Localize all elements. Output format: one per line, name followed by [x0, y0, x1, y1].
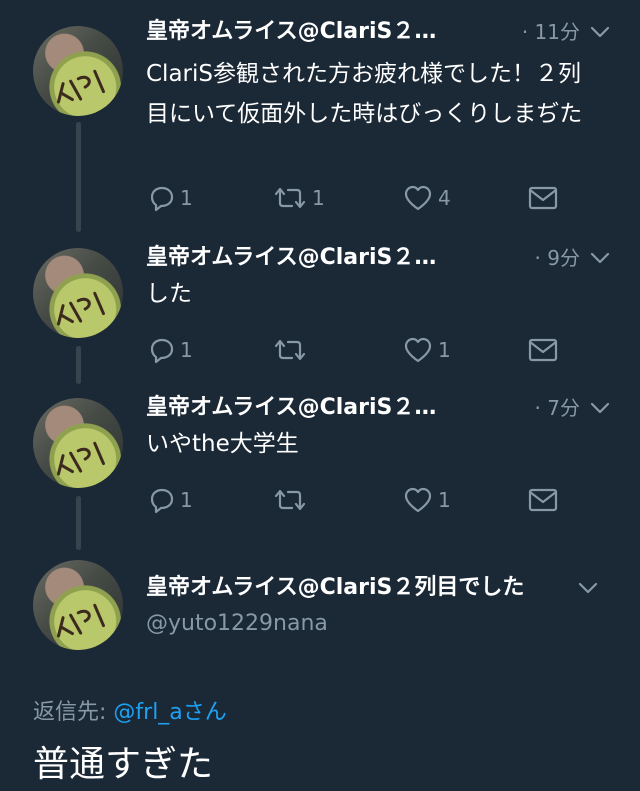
tweet-text: した — [146, 281, 192, 307]
retweet-icon — [274, 489, 306, 511]
tweet-item[interactable]: 皇帝オムライス@ClariS２… · 9分 した 1 1 — [0, 232, 640, 382]
reply-button[interactable]: 1 — [146, 332, 193, 368]
reply-count: 1 — [180, 338, 193, 362]
timestamp[interactable]: · 11分 — [522, 18, 580, 46]
display-name[interactable]: 皇帝オムライス@ClariS２… — [146, 242, 491, 274]
reply-to-label: 返信先: — [33, 700, 114, 725]
like-count: 4 — [438, 186, 451, 210]
avatar[interactable] — [33, 248, 123, 338]
avatar-art-icon — [56, 441, 105, 476]
tweet-thread: 皇帝オムライス@ClariS２… · 11分 ClariS参観された方お疲れ様で… — [0, 0, 640, 791]
avatar-art-icon — [56, 291, 105, 326]
tweet-actions: 1 1 — [146, 482, 586, 518]
reply-button[interactable]: 1 — [146, 180, 193, 216]
tweet-actions: 1 1 4 — [146, 180, 586, 216]
timestamp[interactable]: · 7分 — [535, 394, 580, 422]
avatar[interactable] — [33, 26, 123, 116]
dm-button[interactable] — [526, 332, 560, 368]
chevron-down-icon[interactable] — [576, 578, 600, 598]
avatar-art-icon — [56, 69, 105, 104]
tweet-item[interactable]: 皇帝オムライス@ClariS２… · 11分 ClariS参観された方お疲れ様で… — [0, 0, 640, 230]
like-button[interactable]: 4 — [402, 180, 451, 216]
mention-suffix: さん — [182, 700, 227, 725]
reply-count: 1 — [180, 488, 193, 512]
heart-icon — [404, 487, 432, 513]
dm-button[interactable] — [526, 180, 560, 216]
like-button[interactable]: 1 — [402, 332, 451, 368]
tweet-text: ClariS参観された方お疲れ様でした！２列目にいて仮面外した時はびっくりしまぢ… — [146, 61, 583, 127]
retweet-button[interactable]: 1 — [272, 180, 325, 216]
reply-to-line: 返信先: @frl_aさん — [33, 697, 227, 729]
user-handle[interactable]: @yuto1229nana — [146, 608, 328, 640]
envelope-icon — [528, 186, 558, 210]
mention-link[interactable]: @frl_a — [113, 700, 182, 725]
avatar[interactable] — [33, 560, 123, 650]
envelope-icon — [528, 338, 558, 362]
chevron-down-icon[interactable] — [588, 248, 612, 268]
heart-icon — [404, 185, 432, 211]
display-name[interactable]: 皇帝オムライス@ClariS２列目でした — [146, 572, 586, 604]
display-name[interactable]: 皇帝オムライス@ClariS２… — [146, 392, 491, 424]
retweet-icon — [274, 187, 306, 209]
retweet-button[interactable] — [272, 482, 312, 518]
retweet-button[interactable] — [272, 332, 312, 368]
reply-count: 1 — [180, 186, 193, 210]
envelope-icon — [528, 488, 558, 512]
like-count: 1 — [438, 338, 451, 362]
avatar-art-icon — [56, 603, 105, 638]
tweet-item[interactable]: 皇帝オムライス@ClariS２… · 7分 いやthe大学生 1 1 — [0, 382, 640, 532]
reply-icon — [150, 186, 174, 212]
timestamp[interactable]: · 9分 — [535, 244, 580, 272]
chevron-down-icon[interactable] — [588, 398, 612, 418]
avatar[interactable] — [33, 398, 123, 488]
retweet-count: 1 — [312, 186, 325, 210]
dm-button[interactable] — [526, 482, 560, 518]
display-name[interactable]: 皇帝オムライス@ClariS２… — [146, 16, 491, 48]
heart-icon — [404, 337, 432, 363]
like-count: 1 — [438, 488, 451, 512]
tweet-actions: 1 1 — [146, 332, 586, 368]
tweet-text: いやthe大学生 — [146, 431, 299, 457]
focused-tweet-text: 普通すぎた — [33, 744, 214, 785]
reply-icon — [150, 488, 174, 514]
like-button[interactable]: 1 — [402, 482, 451, 518]
reply-icon — [150, 338, 174, 364]
chevron-down-icon[interactable] — [588, 22, 612, 42]
reply-button[interactable]: 1 — [146, 482, 193, 518]
retweet-icon — [274, 339, 306, 361]
